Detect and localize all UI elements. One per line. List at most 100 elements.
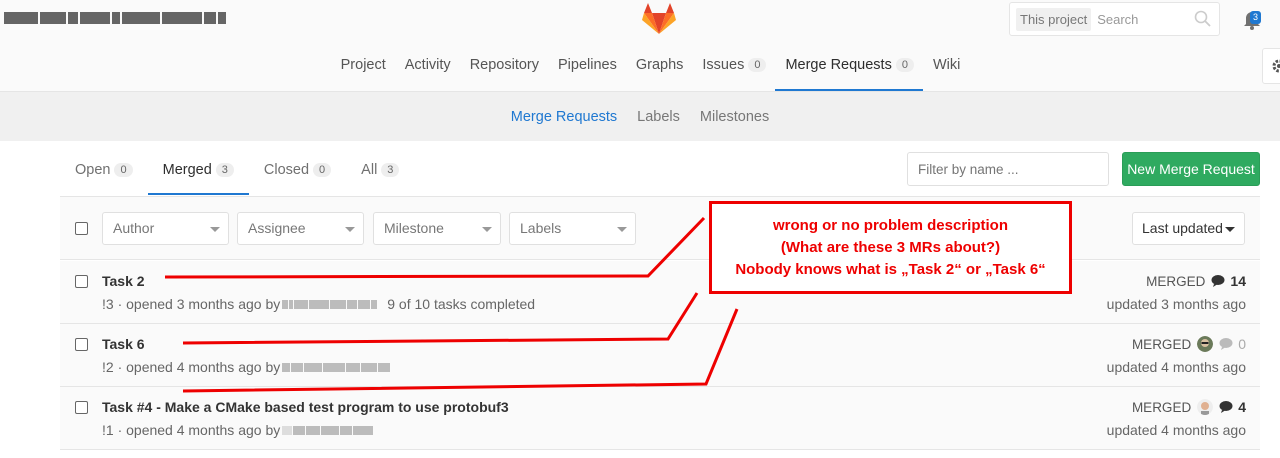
mr-status-area: MERGED 14 updated 3 months ago (1107, 273, 1246, 312)
mr-meta: !1 · opened 4 months ago by (102, 422, 375, 438)
tab-count: 3 (215, 163, 234, 177)
mr-title-link[interactable]: Task 6 (102, 336, 145, 352)
filter-bar: Author Assignee Milestone Labels Last up… (60, 196, 1260, 260)
updated-time: updated 3 months ago (1106, 296, 1246, 312)
merge-request-row[interactable]: Task 6 !2 · opened 4 months ago by MERGE… (60, 324, 1260, 387)
chevron-down-icon (1225, 227, 1235, 232)
merged-status-label: MERGED (1131, 399, 1192, 415)
annotation-line-2: (What are these 3 MRs about?) (780, 239, 1001, 256)
annotation-line-1: wrong or no problem description (772, 217, 1008, 234)
search-input[interactable]: Search (1097, 12, 1193, 27)
project-nav: Project Activity Repository Pipelines Gr… (0, 44, 1280, 91)
notification-count-badge: 3 (1250, 11, 1262, 24)
top-header: This project Search 3 Project Activity R… (0, 0, 1280, 92)
nav-activity[interactable]: Activity (395, 44, 460, 91)
blurred-author-name[interactable] (282, 425, 374, 435)
chevron-down-icon (617, 227, 627, 232)
annotation-callout: wrong or no problem description (What ar… (709, 201, 1072, 294)
mr-meta: !2 · opened 4 months ago by (102, 359, 392, 375)
nav-wiki[interactable]: Wiki (923, 44, 969, 91)
gitlab-logo-icon[interactable] (640, 0, 678, 38)
assignee-avatar[interactable] (1197, 336, 1214, 352)
labels-dropdown[interactable]: Labels (509, 212, 636, 245)
search-icon[interactable] (1193, 9, 1213, 29)
dropdown-label: Milestone (384, 220, 444, 236)
nav-pipelines[interactable]: Pipelines (548, 44, 626, 91)
subnav-labels[interactable]: Labels (637, 109, 680, 125)
nav-label: Wiki (932, 57, 961, 73)
row-checkbox[interactable] (75, 275, 88, 288)
mr-meta-text: !2 · opened 4 months ago by (102, 359, 281, 375)
sub-nav: Merge Requests Labels Milestones (0, 92, 1280, 141)
nav-label: Graphs (635, 57, 684, 73)
sort-label: Last updated (1142, 220, 1223, 236)
nav-label: Project (340, 57, 386, 73)
row-checkbox[interactable] (75, 338, 88, 351)
tab-count: 0 (114, 163, 133, 177)
row-checkbox[interactable] (75, 401, 88, 414)
comments-count[interactable]: 14 (1211, 273, 1246, 289)
nav-project[interactable]: Project (331, 44, 395, 91)
nav-label: Activity (404, 57, 451, 73)
mr-title-link[interactable]: Task #4 - Make a CMake based test progra… (102, 399, 509, 415)
nav-issues[interactable]: Issues 0 (692, 44, 775, 91)
mr-meta-text: !3 · opened 3 months ago by (102, 296, 281, 312)
nav-label: Merge Requests (785, 57, 892, 73)
search-box[interactable]: This project Search (1009, 2, 1220, 36)
blurred-author-name[interactable] (282, 362, 391, 372)
tab-count: 3 (381, 163, 400, 177)
subnav-milestones[interactable]: Milestones (700, 109, 769, 125)
tab-label: All (361, 162, 378, 178)
chevron-down-icon (345, 227, 355, 232)
blurred-author-name[interactable] (282, 299, 378, 309)
comments-count-value: 4 (1238, 399, 1246, 415)
tab-count: 0 (313, 163, 332, 177)
settings-button[interactable] (1262, 48, 1280, 84)
subnav-merge-requests[interactable]: Merge Requests (511, 109, 617, 125)
sort-dropdown[interactable]: Last updated (1132, 212, 1245, 245)
tab-merged[interactable]: Merged 3 (147, 148, 249, 195)
merged-status-label: MERGED (1146, 273, 1206, 289)
author-dropdown[interactable]: Author (102, 212, 229, 245)
task-progress-text: 9 of 10 tasks completed (387, 296, 536, 312)
state-tabs: Open 0 Merged 3 Closed 0 All 3 (60, 148, 414, 195)
assignee-avatar[interactable] (1197, 399, 1214, 415)
mr-status-area: MERGED 4 updated 4 months ago (1107, 399, 1246, 438)
issues-count-badge: 0 (748, 58, 767, 72)
comments-count[interactable]: 0 (1219, 336, 1246, 352)
mr-count-badge: 0 (895, 58, 914, 72)
chevron-down-icon (210, 227, 220, 232)
comments-count-value: 14 (1230, 273, 1246, 289)
merge-request-row[interactable]: Task 2 !3 · opened 3 months ago by 9 of … (60, 261, 1260, 324)
mr-meta: !3 · opened 3 months ago by 9 of 10 task… (102, 296, 535, 312)
gear-icon (1272, 59, 1280, 73)
tab-label: Closed (263, 162, 310, 178)
dropdown-label: Author (113, 220, 155, 236)
filter-by-name-input[interactable] (907, 152, 1109, 186)
tab-all[interactable]: All 3 (346, 148, 414, 195)
milestone-dropdown[interactable]: Milestone (373, 212, 501, 245)
blurred-project-path[interactable] (4, 10, 226, 26)
mr-meta-text: !1 · opened 4 months ago by (102, 422, 281, 438)
mr-title-link[interactable]: Task 2 (102, 273, 145, 289)
annotation-line-3: Nobody knows what is „Task 2“ or „Task 6… (735, 261, 1046, 278)
nav-graphs[interactable]: Graphs (626, 44, 693, 91)
nav-label: Pipelines (558, 57, 617, 73)
tab-open[interactable]: Open 0 (60, 148, 148, 195)
dropdown-label: Assignee (248, 220, 306, 236)
merge-request-row[interactable]: Task #4 - Make a CMake based test progra… (60, 387, 1260, 450)
new-merge-request-button[interactable]: New Merge Request (1122, 152, 1260, 186)
select-all-checkbox[interactable] (75, 222, 88, 235)
nav-label: Issues (702, 57, 745, 73)
mr-status-area: MERGED 0 updated 4 months ago (1107, 336, 1246, 375)
search-scope-badge[interactable]: This project (1016, 7, 1092, 31)
dropdown-label: Labels (520, 220, 562, 236)
merged-status-label: MERGED (1131, 336, 1192, 352)
nav-merge-requests[interactable]: Merge Requests 0 (775, 44, 923, 91)
tab-closed[interactable]: Closed 0 (249, 148, 346, 195)
nav-repository[interactable]: Repository (460, 44, 548, 91)
nav-label: Repository (469, 57, 539, 73)
assignee-dropdown[interactable]: Assignee (237, 212, 364, 245)
comments-count[interactable]: 4 (1219, 399, 1246, 415)
updated-time: updated 4 months ago (1106, 359, 1246, 375)
